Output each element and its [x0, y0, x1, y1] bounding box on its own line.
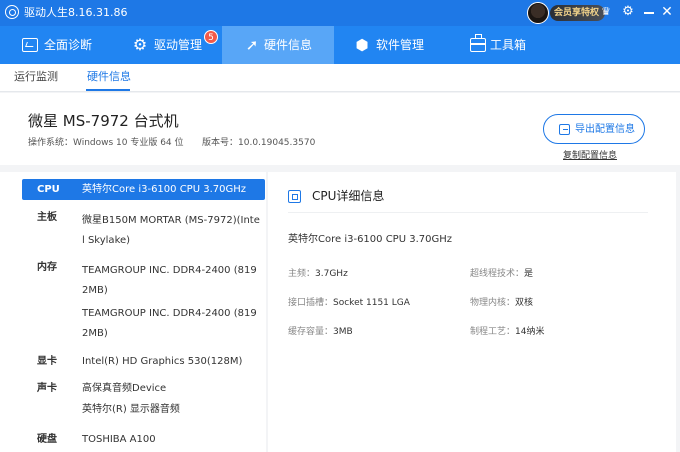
- cpu-detail-panel: CPU详细信息 英特尔Core i3-6100 CPU 3.70GHz 主频：3…: [268, 172, 680, 452]
- active-tab-indicator: [86, 89, 130, 91]
- hardware-item-disk[interactable]: 硬盘 TOSHIBA A100: [22, 430, 265, 448]
- export-icon: [559, 124, 570, 135]
- subtab-hardware-info[interactable]: 硬件信息: [87, 70, 131, 84]
- nav-tab-diagnosis[interactable]: 全面诊断: [0, 26, 110, 64]
- main-nav: 全面诊断 ⚙ 驱动管理 5 ➚ 硬件信息 ⬢ 软件管理 工具箱: [0, 26, 680, 64]
- audio-device-2: 英特尔(R) 显示器音频: [82, 404, 180, 415]
- close-button[interactable]: ✕: [660, 5, 674, 19]
- hardware-item-memory[interactable]: 内存 TEAMGROUP INC. DDR4-2400 (8192MB) TEA…: [22, 258, 265, 342]
- spec-socket: 接口插槽：Socket 1151 LGA: [288, 298, 410, 308]
- detail-title: CPU详细信息: [312, 189, 385, 203]
- app-title: 驱动人生8.16.31.86: [24, 6, 128, 19]
- export-config-button[interactable]: 导出配置信息: [543, 114, 645, 144]
- hardware-item-audio[interactable]: 声卡 高保真音频Device 英特尔(R) 显示器音频: [22, 379, 265, 421]
- sub-nav: 运行监测 硬件信息: [0, 64, 680, 92]
- subtab-runtime-monitor[interactable]: 运行监测: [14, 70, 58, 84]
- audio-device-1: 高保真音频Device: [82, 383, 167, 394]
- driver-update-count-badge: 5: [204, 30, 218, 44]
- nav-tab-toolbox[interactable]: 工具箱: [446, 26, 558, 64]
- nav-tab-hardware-info[interactable]: ➚ 硬件信息: [222, 26, 334, 64]
- hardware-list: CPU 英特尔Core i3-6100 CPU 3.70GHz 主板 微星B15…: [0, 172, 266, 452]
- copy-config-link[interactable]: 复制配置信息: [563, 150, 617, 162]
- spec-process-node: 制程工艺：14纳米: [470, 327, 545, 337]
- memory-module-2: TEAMGROUP INC. DDR4-2400 (8192MB): [82, 308, 257, 339]
- spec-hyperthreading: 超线程技术：是: [470, 269, 534, 279]
- crown-icon[interactable]: ♛: [601, 6, 613, 18]
- divider: [288, 212, 648, 213]
- spec-physical-cores: 物理内核：双核: [470, 298, 534, 308]
- app-logo-icon: [5, 5, 19, 19]
- panel-scrollbar[interactable]: [676, 172, 680, 452]
- minimize-button[interactable]: [642, 5, 656, 19]
- user-avatar[interactable]: [527, 2, 549, 24]
- cube-icon: ⬢: [355, 36, 369, 54]
- title-bar: 驱动人生8.16.31.86 会员享特权 ♛ ⚙ ✕: [0, 0, 680, 26]
- os-version: 版本号：10.0.19045.3570: [202, 138, 316, 148]
- nav-tab-software-management[interactable]: ⬢ 软件管理: [334, 26, 446, 64]
- settings-gear-icon[interactable]: ⚙: [621, 5, 635, 19]
- monitor-check-icon: [22, 38, 38, 52]
- cpu-chip-icon: [288, 190, 301, 203]
- os-info: 操作系统：Windows 10 专业版 64 位: [28, 138, 184, 148]
- spec-frequency: 主频：3.7GHz: [288, 269, 348, 279]
- hardware-item-gpu[interactable]: 显卡 Intel(R) HD Graphics 530(128M): [22, 352, 265, 370]
- vip-badge[interactable]: 会员享特权: [550, 5, 606, 21]
- hardware-item-motherboard[interactable]: 主板 微星B150M MORTAR (MS-7972)(Intel Skylak…: [22, 208, 265, 248]
- cpu-model-name: 英特尔Core i3-6100 CPU 3.70GHz: [288, 234, 452, 245]
- memory-module-1: TEAMGROUP INC. DDR4-2400 (8192MB): [82, 265, 257, 296]
- hardware-item-cpu[interactable]: CPU 英特尔Core i3-6100 CPU 3.70GHz: [22, 179, 265, 200]
- toolbox-icon: [470, 34, 486, 52]
- spec-cache: 缓存容量：3MB: [288, 327, 353, 337]
- gear-icon: ⚙: [132, 35, 148, 54]
- rocket-icon: ➚: [245, 36, 259, 54]
- device-title: 微星 MS-7972 台式机: [28, 112, 179, 130]
